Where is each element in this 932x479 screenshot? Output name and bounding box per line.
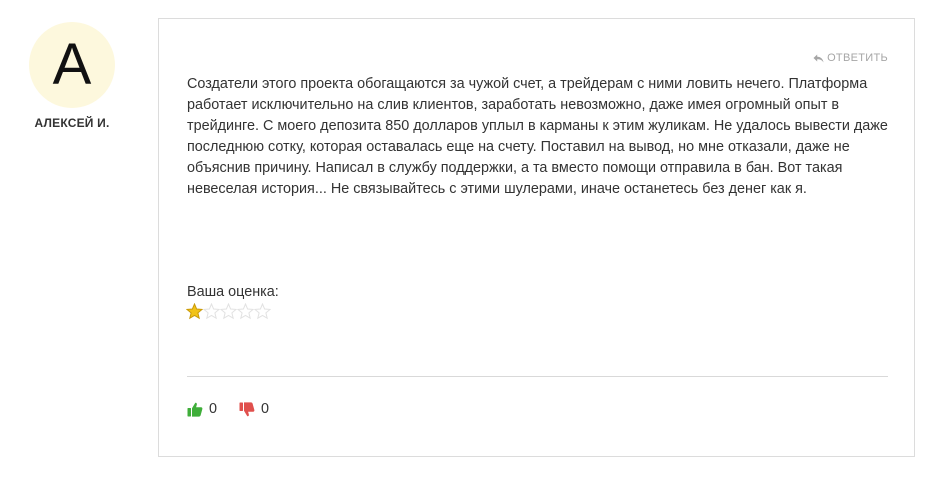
star-filled-icon[interactable]: [186, 303, 203, 320]
rating-label: Ваша оценка:: [187, 284, 279, 300]
reply-arrow-icon: [813, 54, 824, 62]
reply-label: ОТВЕТИТЬ: [827, 52, 888, 64]
review-text: Создатели этого проекта обогащаются за ч…: [187, 76, 888, 197]
avatar-letter: A: [52, 32, 92, 97]
vote-bar: 0 0: [187, 401, 269, 417]
thumbs-up-icon: [187, 402, 203, 417]
review-author: A АЛЕКСЕЙ И.: [22, 22, 122, 130]
reply-button[interactable]: ОТВЕТИТЬ: [813, 52, 888, 64]
author-name: АЛЕКСЕЙ И.: [34, 116, 110, 130]
star-rating[interactable]: [186, 303, 271, 320]
thumbs-down-icon: [239, 401, 255, 416]
star-empty-icon[interactable]: [220, 303, 237, 320]
dislike-button[interactable]: 0: [239, 401, 269, 417]
star-empty-icon[interactable]: [254, 303, 271, 320]
like-count: 0: [209, 401, 218, 417]
dislike-count: 0: [261, 401, 270, 417]
divider: [187, 376, 888, 377]
like-button[interactable]: 0: [187, 401, 217, 417]
review-card: ОТВЕТИТЬ Создатели этого проекта обогаща…: [158, 18, 915, 457]
star-empty-icon[interactable]: [237, 303, 254, 320]
star-empty-icon[interactable]: [203, 303, 220, 320]
avatar: A: [29, 22, 115, 108]
